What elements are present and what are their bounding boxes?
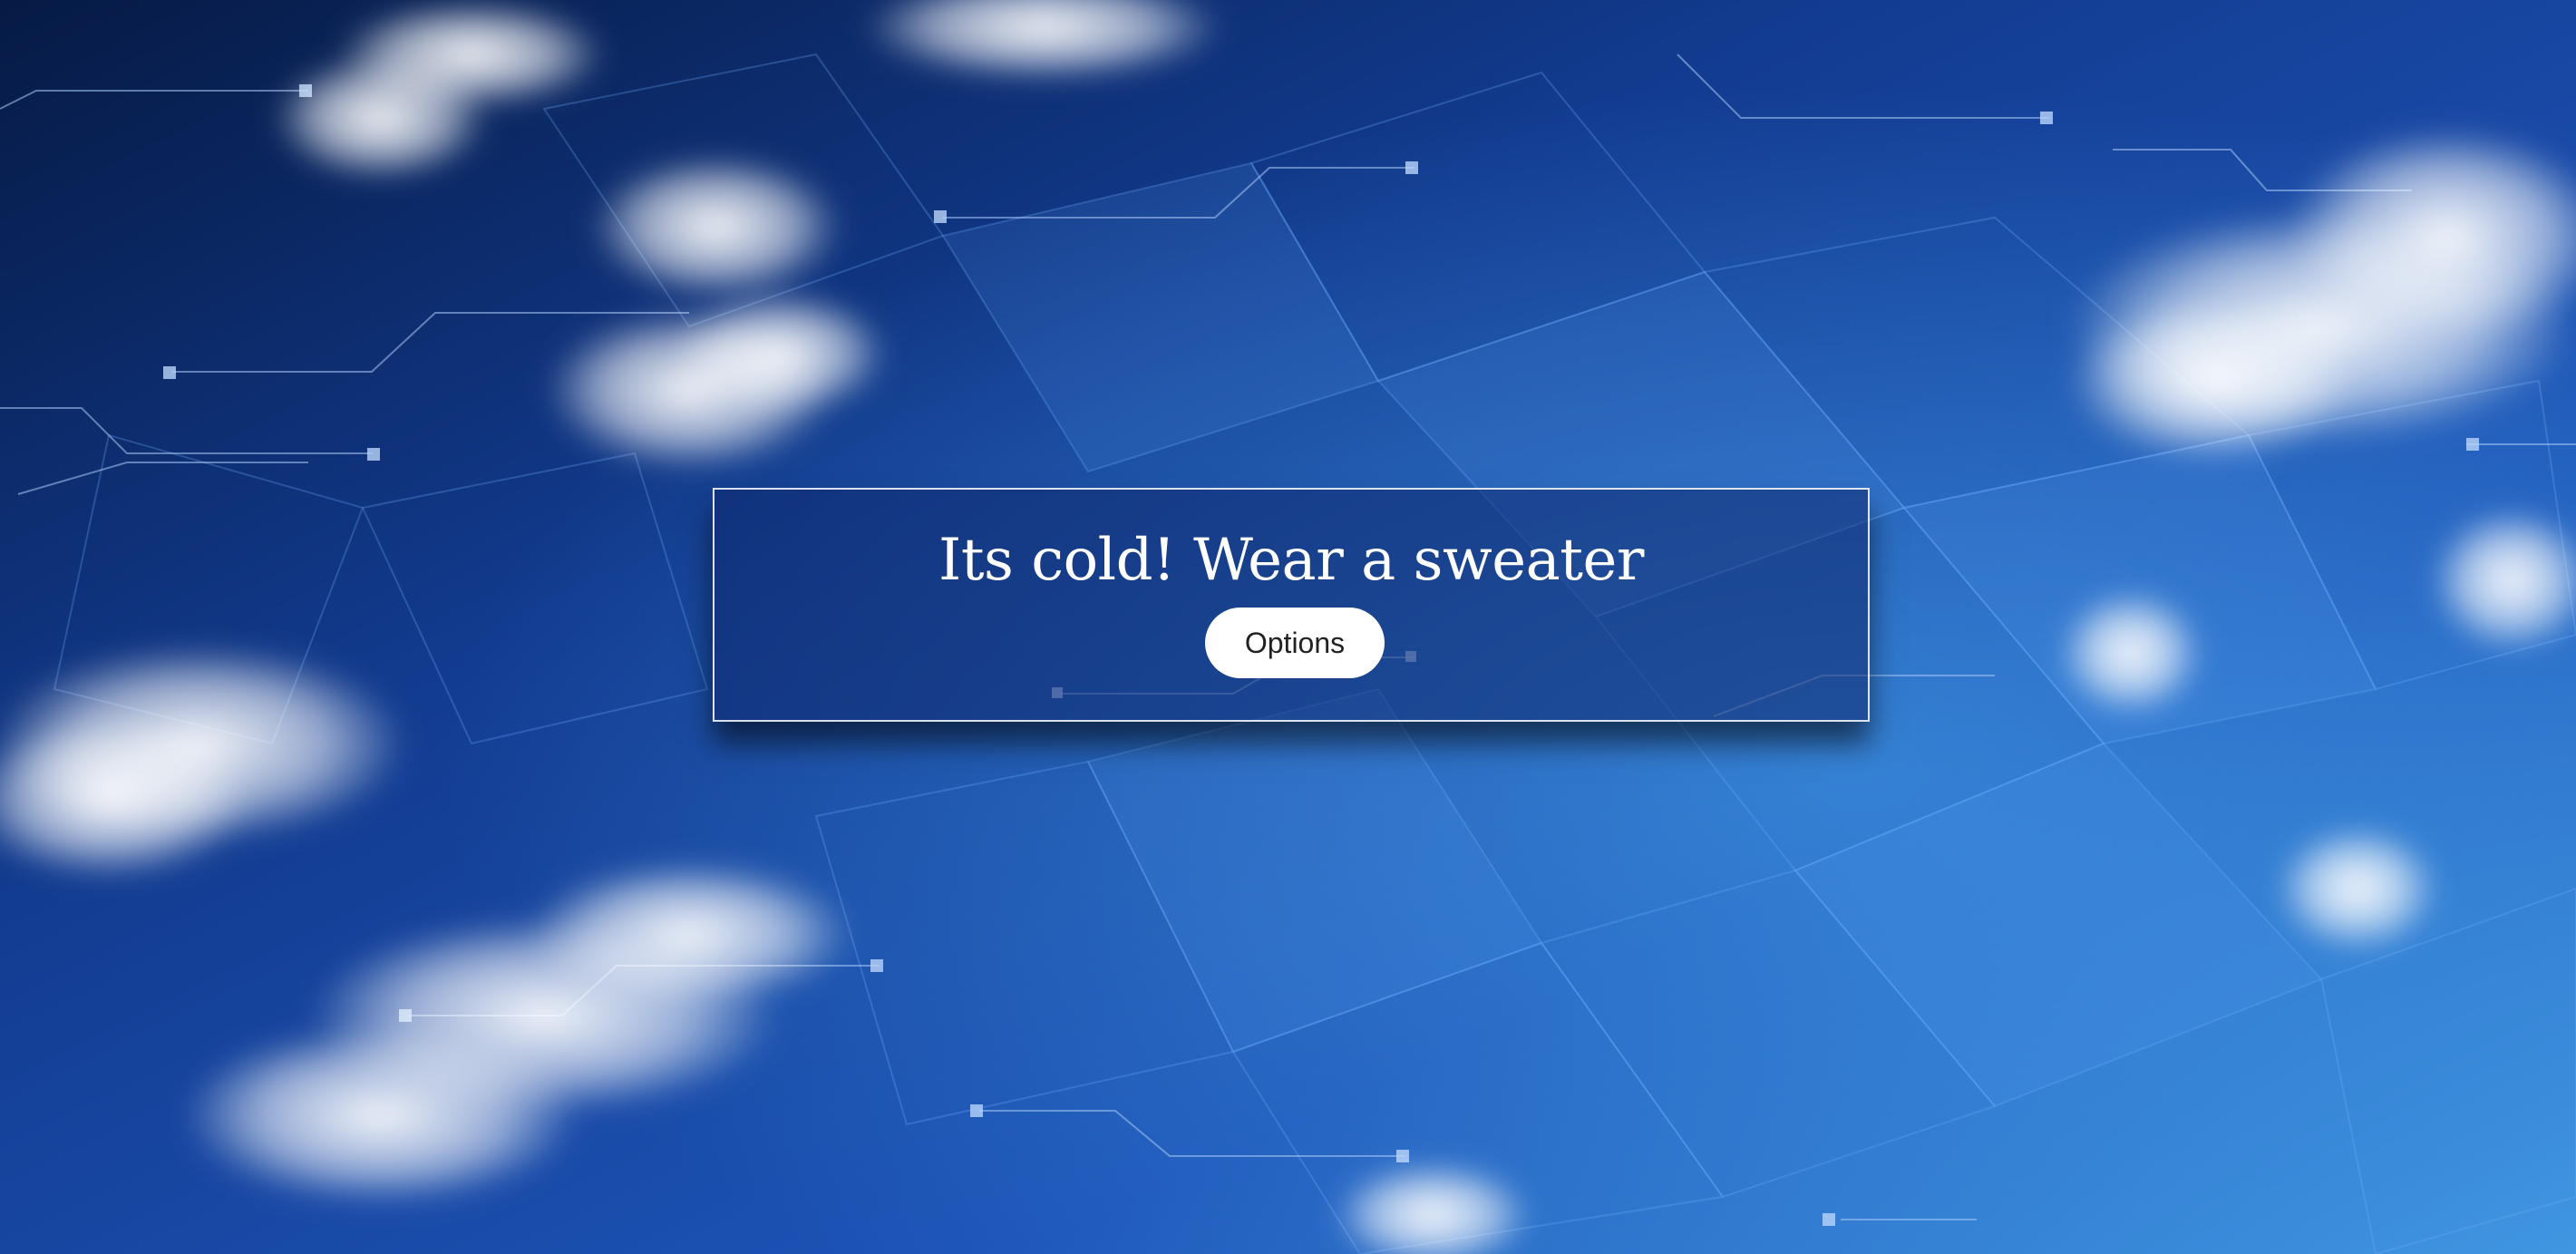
options-button[interactable]: Options xyxy=(1205,608,1385,678)
weather-headline: Its cold! Wear a sweater xyxy=(938,527,1644,594)
weather-banner: Its cold! Wear a sweater Options xyxy=(713,488,1870,722)
